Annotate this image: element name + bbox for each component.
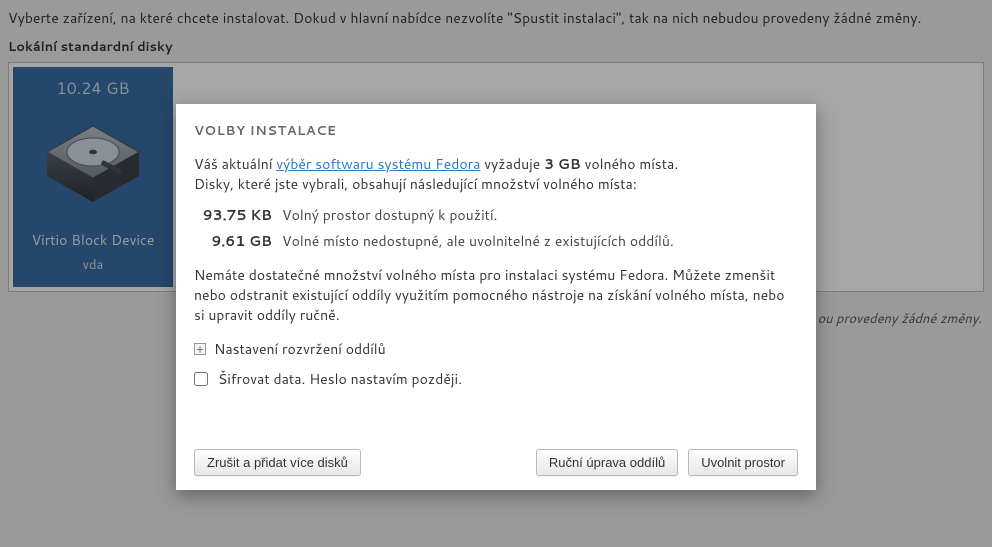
manual-partition-button[interactable]: Ruční úprava oddílů xyxy=(536,449,678,476)
partition-scheme-expander[interactable]: + Nastavení rozvržení oddílů xyxy=(194,339,798,359)
requirement-line: Váš aktuální výběr softwaru systému Fedo… xyxy=(194,154,798,174)
space-row-available: 93.75 KB Volný prostor dostupný k použit… xyxy=(200,205,798,225)
dialog-body: Váš aktuální výběr softwaru systému Fedo… xyxy=(194,154,798,409)
selected-disks-line: Disky, které jste vybrali, obsahují násl… xyxy=(194,174,798,194)
install-options-dialog: VOLBY INSTALACE Váš aktuální výběr softw… xyxy=(176,104,816,490)
space-row-reclaimable: 9.61 GB Volné místo nedostupné, ale uvol… xyxy=(200,231,798,251)
software-selection-link[interactable]: výběr softwaru systému Fedora xyxy=(276,154,480,174)
reclaim-space-button[interactable]: Uvolnit prostor xyxy=(688,449,798,476)
space-available-value: 93.75 KB xyxy=(200,205,272,225)
dialog-button-row: Zrušit a přidat více disků Ruční úprava … xyxy=(194,409,798,476)
dialog-title: VOLBY INSTALACE xyxy=(194,122,798,140)
req-pre: Váš aktuální xyxy=(194,154,276,174)
modal-overlay: VOLBY INSTALACE Váš aktuální výběr softw… xyxy=(0,0,992,547)
space-available-label: Volný prostor dostupný k použití. xyxy=(282,205,497,225)
req-mid: vyžaduje xyxy=(480,154,544,174)
space-reclaimable-value: 9.61 GB xyxy=(200,231,272,251)
right-button-group: Ruční úprava oddílů Uvolnit prostor xyxy=(536,449,798,476)
encrypt-label: Šifrovat data. Heslo nastavím později. xyxy=(218,369,462,389)
encrypt-row[interactable]: Šifrovat data. Heslo nastavím později. xyxy=(194,369,798,389)
req-post: volného místa. xyxy=(581,154,678,174)
encrypt-checkbox[interactable] xyxy=(194,372,208,386)
expander-label: Nastavení rozvržení oddílů xyxy=(214,339,386,359)
insufficient-space-warning: Nemáte dostatečné množství volného místa… xyxy=(194,265,798,326)
plus-icon: + xyxy=(194,343,206,355)
installer-destination-page: Vyberte zařízení, na které chcete instal… xyxy=(0,0,992,547)
space-summary: 93.75 KB Volný prostor dostupný k použit… xyxy=(200,205,798,251)
space-reclaimable-label: Volné místo nedostupné, ale uvolnitelné … xyxy=(282,231,674,251)
cancel-add-disks-button[interactable]: Zrušit a přidat více disků xyxy=(194,449,361,476)
req-amount: 3 GB xyxy=(544,154,581,174)
